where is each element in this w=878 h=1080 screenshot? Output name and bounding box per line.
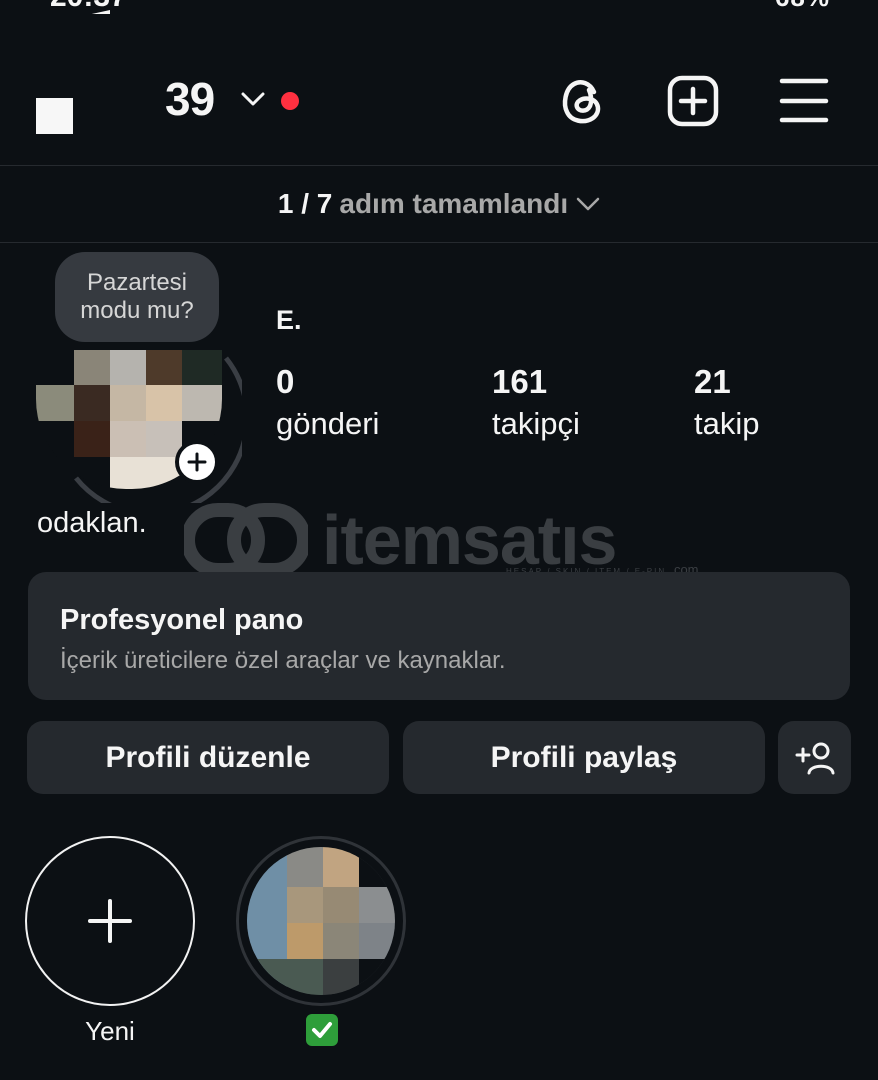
plus-icon: [187, 452, 207, 472]
pro-dashboard-subtitle: İçerik üreticilere özel araçlar ve kayna…: [60, 647, 506, 674]
highlight-image: [247, 847, 395, 995]
steps-count: 1 / 7: [277, 188, 333, 219]
highlight-new[interactable]: Yeni: [25, 836, 195, 1047]
stat-label: takipçi: [492, 406, 580, 441]
note-line-2: modu mu?: [80, 297, 194, 324]
pro-dashboard-title: Profesyonel pano: [60, 604, 304, 636]
watermark-logo-icon: [184, 503, 308, 577]
status-bar: 20:37 68%: [0, 0, 878, 14]
stat-value: 0: [276, 363, 295, 400]
steps-text: adım tamamlandı: [339, 188, 569, 219]
menu-icon[interactable]: [777, 74, 831, 128]
edit-profile-button[interactable]: Profili düzenle: [27, 721, 389, 794]
highlight-label-check: ✅: [306, 1014, 338, 1046]
stat-followers[interactable]: 161 takipçi: [492, 362, 580, 446]
display-name: E.: [276, 305, 302, 335]
square-icon: [36, 98, 73, 134]
stat-label: takip: [694, 406, 760, 441]
note-bubble[interactable]: Pazartesi modu mu?: [55, 252, 219, 342]
stat-following[interactable]: 21 takip: [694, 362, 759, 446]
note-line-1: Pazartesi: [86, 269, 188, 296]
plus-icon: [88, 899, 132, 943]
chevron-down-icon: [576, 197, 600, 211]
notification-dot: [281, 92, 299, 110]
stat-label: gönderi: [276, 406, 380, 441]
stat-value: 21: [694, 363, 731, 400]
stat-value: 161: [492, 363, 548, 400]
chevron-down-icon[interactable]: [240, 89, 266, 109]
signal-icon: [91, 10, 110, 14]
new-highlight-button[interactable]: [25, 836, 195, 1006]
highlight-story[interactable]: [236, 836, 406, 1006]
share-profile-button[interactable]: Profili paylaş: [403, 721, 765, 794]
discover-people-button[interactable]: [778, 721, 851, 794]
highlight-cover[interactable]: [236, 836, 406, 1006]
onboarding-progress[interactable]: 1 / 7 adım tamamlandı: [0, 166, 878, 242]
highlight-label: Yeni: [85, 1016, 135, 1046]
threads-icon[interactable]: [556, 74, 610, 128]
add-user-icon: [795, 742, 834, 774]
status-battery: 68%: [775, 0, 830, 13]
username[interactable]: 39: [165, 72, 215, 126]
watermark-text: itemsatıs: [322, 501, 617, 579]
watermark: itemsatıs HESAP / SKIN / ITEM / E-PIN .c…: [180, 498, 700, 580]
professional-dashboard[interactable]: Profesyonel pano İçerik üreticilere özel…: [28, 572, 850, 700]
stat-posts[interactable]: 0 gönderi: [276, 362, 379, 446]
create-icon[interactable]: [666, 74, 720, 128]
bio: odaklan.: [37, 507, 147, 539]
add-story-button[interactable]: [175, 440, 219, 484]
divider: [0, 242, 878, 243]
